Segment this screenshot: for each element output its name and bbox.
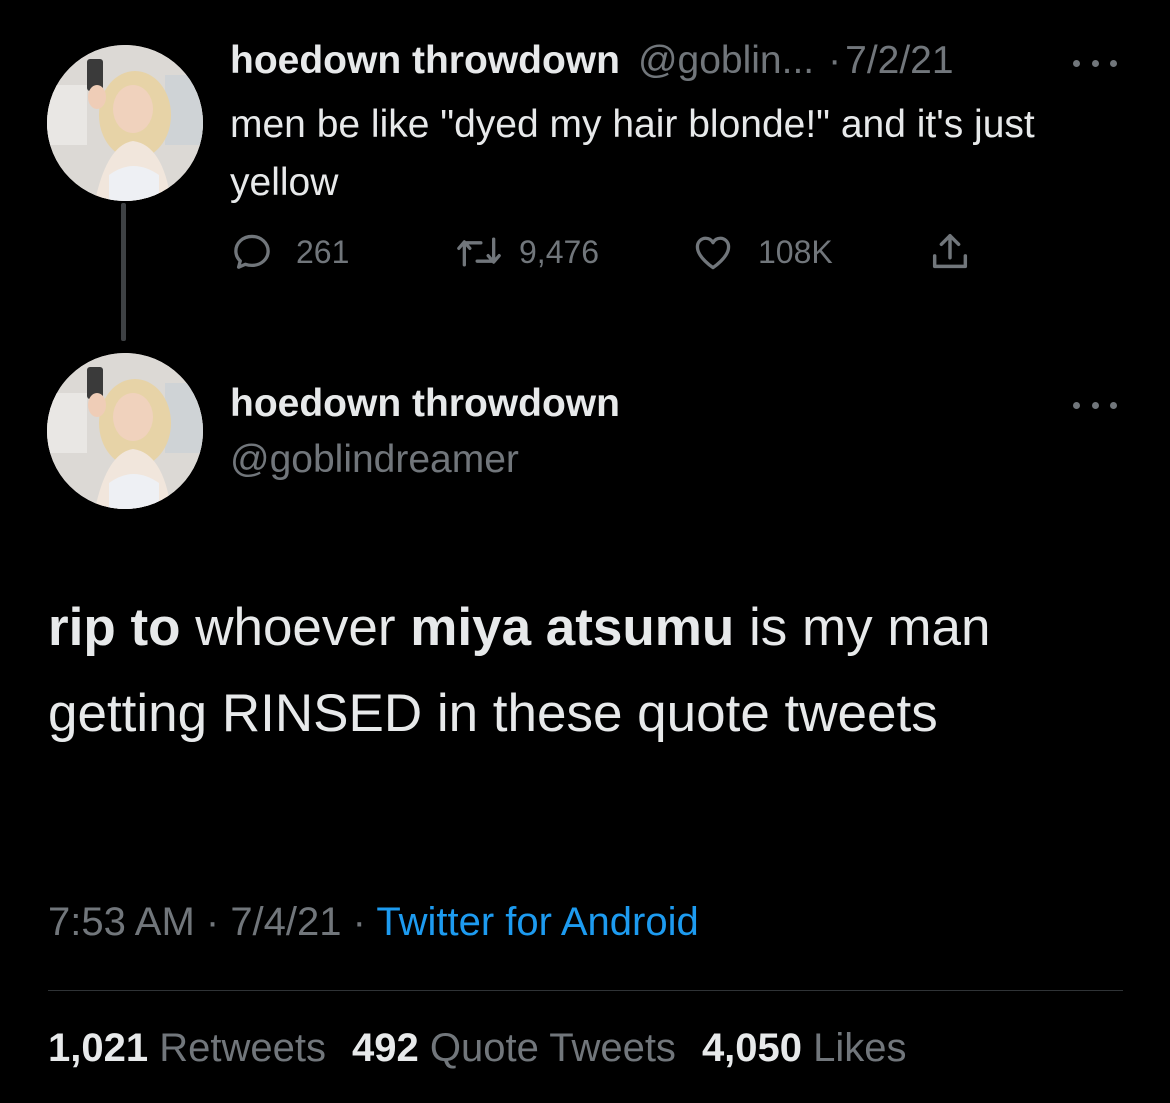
reply-button[interactable]: 261 <box>230 228 349 276</box>
like-button[interactable]: 108K <box>690 228 833 276</box>
like-count: 108K <box>758 233 833 270</box>
tweet1-more-icon[interactable] <box>1073 56 1117 70</box>
tweet-stats: 1,021 Retweets 492 Quote Tweets 4,050 Like… <box>48 1026 907 1071</box>
dot <box>1110 59 1117 67</box>
tweet-source-link[interactable]: Twitter for Android <box>376 900 698 944</box>
likes-stat[interactable]: 4,050 Likes <box>702 1026 907 1070</box>
tweet1-handle[interactable]: @goblin... <box>638 39 814 83</box>
quote-tweets-stat[interactable]: 492 Quote Tweets <box>352 1026 676 1070</box>
like-icon <box>695 236 731 270</box>
dot <box>1073 401 1080 409</box>
avatar[interactable] <box>47 353 203 509</box>
dot <box>1091 401 1099 409</box>
tweet2-more-icon[interactable] <box>1073 398 1117 412</box>
tweet1-text: men be like "dyed my hair blonde!" and i… <box>230 103 1035 204</box>
tweet-time[interactable]: 7:53 AM <box>48 900 195 944</box>
reply-count: 261 <box>296 233 350 270</box>
tweet1-header: hoedown throwdown @goblin... · 7/2/21 <box>230 36 954 86</box>
avatar-image <box>47 353 203 509</box>
meta-separator: · <box>194 900 231 944</box>
tweet1-display-name[interactable]: hoedown throwdown <box>230 39 620 83</box>
tweet2-text: rip to whoever miya atsumu is my man get… <box>48 585 1128 757</box>
divider <box>48 990 1123 991</box>
share-icon <box>932 233 968 269</box>
retweet-icon <box>457 237 501 267</box>
likes-label: Likes <box>813 1026 907 1070</box>
tweet2-text-bold-2: miya atsumu <box>410 598 735 657</box>
quote-tweets-label: Quote Tweets <box>429 1026 676 1070</box>
retweets-label: Retweets <box>159 1026 326 1070</box>
likes-count: 4,050 <box>701 1026 803 1070</box>
avatar-image <box>47 45 203 201</box>
tweet1-date[interactable]: 7/2/21 <box>845 39 953 83</box>
dot <box>1110 401 1117 409</box>
retweets-count: 1,021 <box>48 1026 149 1070</box>
meta-separator: · <box>341 900 377 944</box>
tweet2-text-part-2: whoever <box>180 598 411 657</box>
tweet-date[interactable]: 7/4/21 <box>230 900 341 944</box>
dot <box>1073 59 1080 67</box>
tweet-metadata: 7:53 AM · 7/4/21 · Twitter for Android <box>48 900 699 945</box>
tweet2-text-bold-1: rip to <box>48 598 181 657</box>
avatar[interactable] <box>47 45 203 201</box>
tweet2-display-name[interactable]: hoedown throwdown <box>230 382 620 426</box>
dot <box>1091 59 1099 67</box>
reply-icon <box>234 234 270 269</box>
quote-tweets-count: 492 <box>351 1026 419 1070</box>
tweet1-separator: · <box>828 39 842 82</box>
share-button[interactable] <box>927 228 973 276</box>
tweet2-handle[interactable]: @goblindreamer <box>230 438 519 482</box>
retweets-stat[interactable]: 1,021 Retweets <box>48 1026 326 1070</box>
retweet-button[interactable]: 9,476 <box>453 228 599 276</box>
retweet-count: 9,476 <box>519 233 600 270</box>
thread-connector-line <box>121 203 126 341</box>
